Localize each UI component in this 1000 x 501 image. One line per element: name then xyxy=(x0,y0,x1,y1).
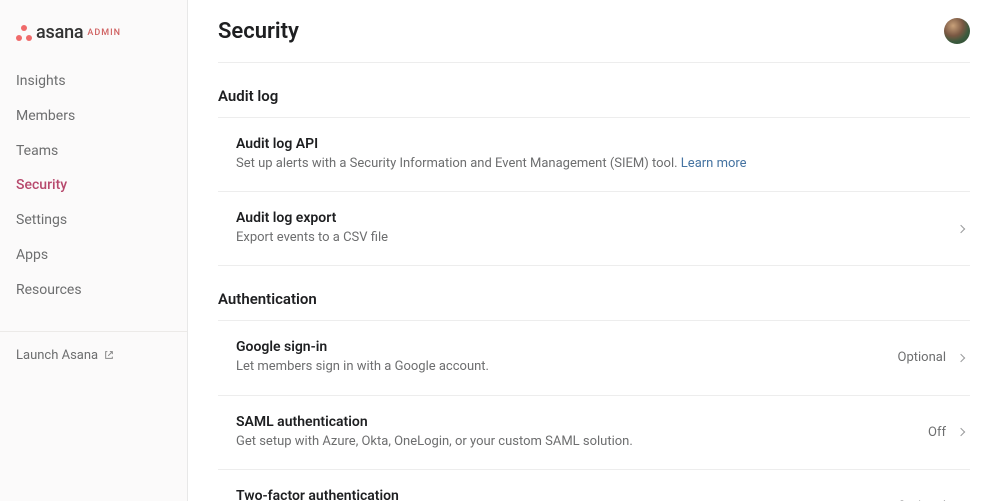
main-content: Security Audit log Audit log API Set up … xyxy=(188,0,1000,501)
row-audit-log-api[interactable]: Audit log API Set up alerts with a Secur… xyxy=(218,118,970,192)
sidebar-item-members[interactable]: Members xyxy=(0,100,187,133)
row-content: Two-factor authentication Require member… xyxy=(236,488,898,501)
row-audit-log-export[interactable]: Audit log export Export events to a CSV … xyxy=(218,192,970,266)
row-content: Google sign-in Let members sign in with … xyxy=(236,339,898,376)
sidebar-item-security[interactable]: Security xyxy=(0,169,187,202)
row-content: Audit log API Set up alerts with a Secur… xyxy=(236,136,970,173)
section-title-audit-log: Audit log xyxy=(218,87,970,118)
row-status-area: Off xyxy=(928,425,970,440)
row-title: SAML authentication xyxy=(236,414,928,430)
row-status-area: Optional xyxy=(898,350,970,365)
asana-logo-icon xyxy=(16,25,32,41)
chevron-right-icon xyxy=(957,354,965,362)
row-content: Audit log export Export events to a CSV … xyxy=(236,210,958,247)
external-link-icon xyxy=(104,350,114,360)
status-value: Off xyxy=(928,425,946,440)
row-content: SAML authentication Get setup with Azure… xyxy=(236,414,928,451)
sidebar-item-teams[interactable]: Teams xyxy=(0,135,187,168)
launch-asana-link[interactable]: Launch Asana xyxy=(0,331,187,371)
page-title: Security xyxy=(218,19,299,44)
row-description: Let members sign in with a Google accoun… xyxy=(236,358,898,376)
brand-logo[interactable]: asana ADMIN xyxy=(0,22,187,65)
page-header: Security xyxy=(218,18,970,63)
row-status-area xyxy=(958,226,970,232)
avatar[interactable] xyxy=(944,18,970,44)
section-title-authentication: Authentication xyxy=(218,290,970,321)
section-authentication: Authentication Google sign-in Let member… xyxy=(218,290,970,501)
sidebar-item-resources[interactable]: Resources xyxy=(0,274,187,307)
row-description: Get setup with Azure, Okta, OneLogin, or… xyxy=(236,433,928,451)
status-value: Optional xyxy=(898,350,946,365)
sidebar-item-settings[interactable]: Settings xyxy=(0,204,187,237)
sidebar-item-apps[interactable]: Apps xyxy=(0,239,187,272)
row-title: Google sign-in xyxy=(236,339,898,355)
row-two-factor-authentication[interactable]: Two-factor authentication Require member… xyxy=(218,470,970,501)
learn-more-link[interactable]: Learn more xyxy=(681,156,747,171)
row-description: Export events to a CSV file xyxy=(236,229,958,247)
sidebar: asana ADMIN Insights Members Teams Secur… xyxy=(0,0,188,501)
sidebar-item-insights[interactable]: Insights xyxy=(0,65,187,98)
row-title: Two-factor authentication xyxy=(236,488,898,501)
row-title: Audit log API xyxy=(236,136,970,152)
launch-label: Launch Asana xyxy=(16,348,98,363)
chevron-right-icon xyxy=(957,225,965,233)
section-audit-log: Audit log Audit log API Set up alerts wi… xyxy=(218,87,970,266)
row-description: Set up alerts with a Security Informatio… xyxy=(236,155,970,173)
sidebar-nav: Insights Members Teams Security Settings… xyxy=(0,65,187,309)
row-google-sign-in[interactable]: Google sign-in Let members sign in with … xyxy=(218,321,970,395)
chevron-right-icon xyxy=(957,428,965,436)
brand-name: asana xyxy=(36,22,83,43)
row-title: Audit log export xyxy=(236,210,958,226)
brand-suffix: ADMIN xyxy=(87,28,121,38)
row-saml-authentication[interactable]: SAML authentication Get setup with Azure… xyxy=(218,396,970,470)
